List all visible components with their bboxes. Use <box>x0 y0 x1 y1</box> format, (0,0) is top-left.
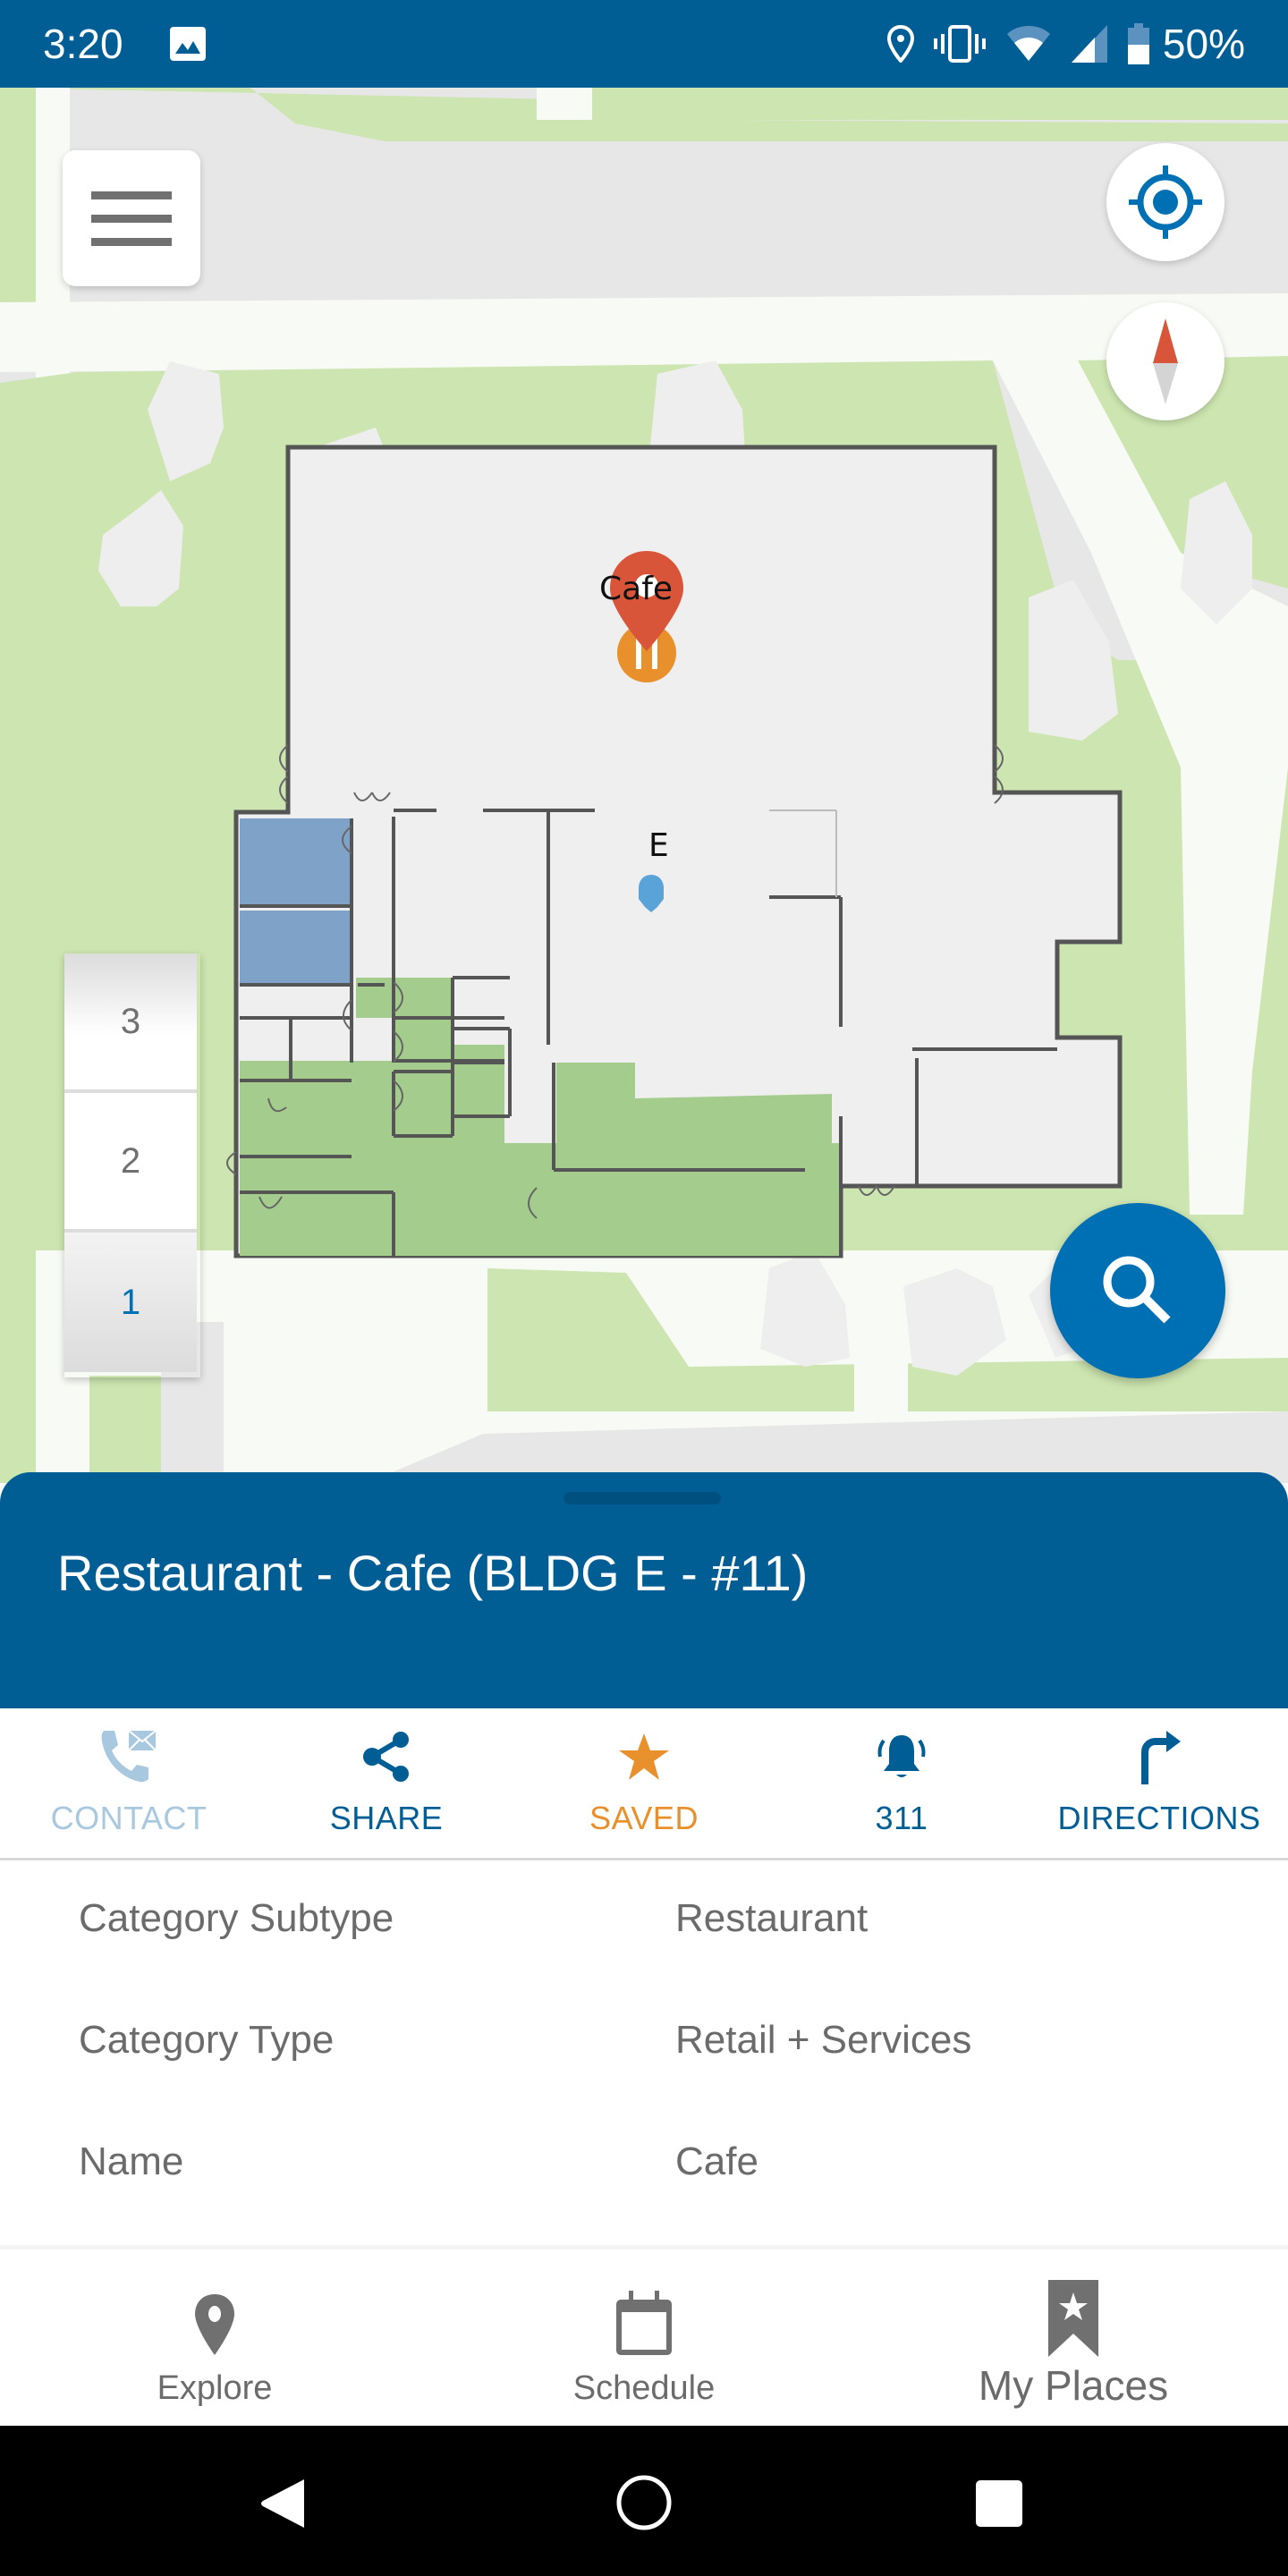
detail-key: Name <box>79 2140 184 2183</box>
place-sheet-header: Restaurant - Cafe (BLDG E - #11) <box>0 1472 1288 1708</box>
map-pin-icon <box>195 2294 234 2355</box>
gallery-icon <box>170 27 206 61</box>
vibrate-icon <box>933 25 986 63</box>
detail-row-category-type: Category Type Retail + Services <box>0 1982 1288 2104</box>
system-navigation-bar <box>0 2426 1288 2576</box>
contact-phone-mail-icon <box>101 1730 157 1783</box>
home-button[interactable] <box>615 2474 673 2536</box>
compass-button[interactable] <box>1106 302 1224 420</box>
place-actions-bar: CONTACT SHARE SAVED 311 DIRECTIONS <box>0 1708 1288 1860</box>
hamburger-icon-line <box>91 214 172 223</box>
report-311-button[interactable]: 311 <box>773 1708 1030 1858</box>
bookmark-star-icon <box>1048 2280 1098 2357</box>
recents-button[interactable] <box>975 2479 1023 2532</box>
back-triangle-icon <box>261 2479 304 2528</box>
detail-row-name: Name Cafe <box>0 2104 1288 2225</box>
directions-label: DIRECTIONS <box>1057 1800 1261 1836</box>
location-icon <box>886 25 914 63</box>
place-details: Category Subtype Restaurant Category Typ… <box>0 1860 1288 2245</box>
menu-button[interactable] <box>63 150 200 286</box>
bottom-navigation: Explore Schedule My Places <box>0 2245 1288 2426</box>
place-title: Restaurant - Cafe (BLDG E - #11) <box>57 1545 809 1601</box>
floor-button-3[interactable]: 3 <box>64 953 197 1093</box>
turn-right-arrow-icon <box>1141 1731 1181 1784</box>
home-circle-icon <box>616 2475 672 2530</box>
sheet-drag-handle[interactable] <box>564 1492 721 1504</box>
detail-key: Category Subtype <box>79 1896 394 1940</box>
detail-value: Restaurant <box>675 1896 869 1940</box>
map-view[interactable]: Cafe E 3 2 1 <box>0 88 1288 1483</box>
floor-button-2[interactable]: 2 <box>64 1093 197 1233</box>
building-label: E <box>648 827 669 864</box>
nav-schedule[interactable]: Schedule <box>429 2250 859 2426</box>
cellular-signal-icon <box>1071 25 1107 63</box>
search-icon <box>1103 1256 1171 1324</box>
contact-button[interactable]: CONTACT <box>0 1708 258 1858</box>
status-icons: 50% <box>886 21 1245 67</box>
nav-my-places[interactable]: My Places <box>859 2250 1288 2426</box>
calendar-icon <box>616 2291 672 2355</box>
floor-selector: 3 2 1 <box>64 953 200 1377</box>
detail-value: Cafe <box>675 2140 758 2183</box>
share-icon <box>363 1732 409 1782</box>
nav-my-places-label: My Places <box>978 2362 1169 2409</box>
floor-button-1[interactable]: 1 <box>64 1233 197 1372</box>
detail-row-category-subtype: Category Subtype Restaurant <box>0 1860 1288 1982</box>
detail-value: Retail + Services <box>675 2018 972 2062</box>
nav-schedule-label: Schedule <box>572 2369 716 2407</box>
poi-label-cafe[interactable]: Cafe <box>599 571 673 607</box>
star-icon <box>619 1733 669 1780</box>
share-button[interactable]: SHARE <box>258 1708 515 1858</box>
hamburger-icon-line <box>91 191 172 199</box>
wifi-icon <box>1005 25 1052 63</box>
share-label: SHARE <box>329 1800 444 1836</box>
bell-ringing-icon <box>877 1735 926 1777</box>
battery-level: 50% <box>1162 21 1245 67</box>
report-311-label: 311 <box>875 1800 928 1836</box>
hamburger-icon-line <box>91 237 172 246</box>
directions-button[interactable]: DIRECTIONS <box>1030 1708 1288 1858</box>
crosshair-icon <box>1129 165 1202 239</box>
nav-explore[interactable]: Explore <box>0 2250 429 2426</box>
detail-key: Category Type <box>79 2018 335 2062</box>
contact-label: CONTACT <box>50 1800 208 1836</box>
status-time: 3:20 <box>43 21 123 67</box>
saved-label: SAVED <box>589 1800 699 1836</box>
nav-explore-label: Explore <box>157 2369 273 2407</box>
back-button[interactable] <box>259 2478 306 2534</box>
recents-square-icon <box>976 2480 1022 2527</box>
status-bar: 3:20 50% <box>0 0 1288 88</box>
compass-icon <box>1153 318 1178 404</box>
battery-icon <box>1127 23 1150 64</box>
saved-button[interactable]: SAVED <box>515 1708 773 1858</box>
my-location-button[interactable] <box>1106 143 1224 261</box>
search-button[interactable] <box>1050 1203 1225 1378</box>
